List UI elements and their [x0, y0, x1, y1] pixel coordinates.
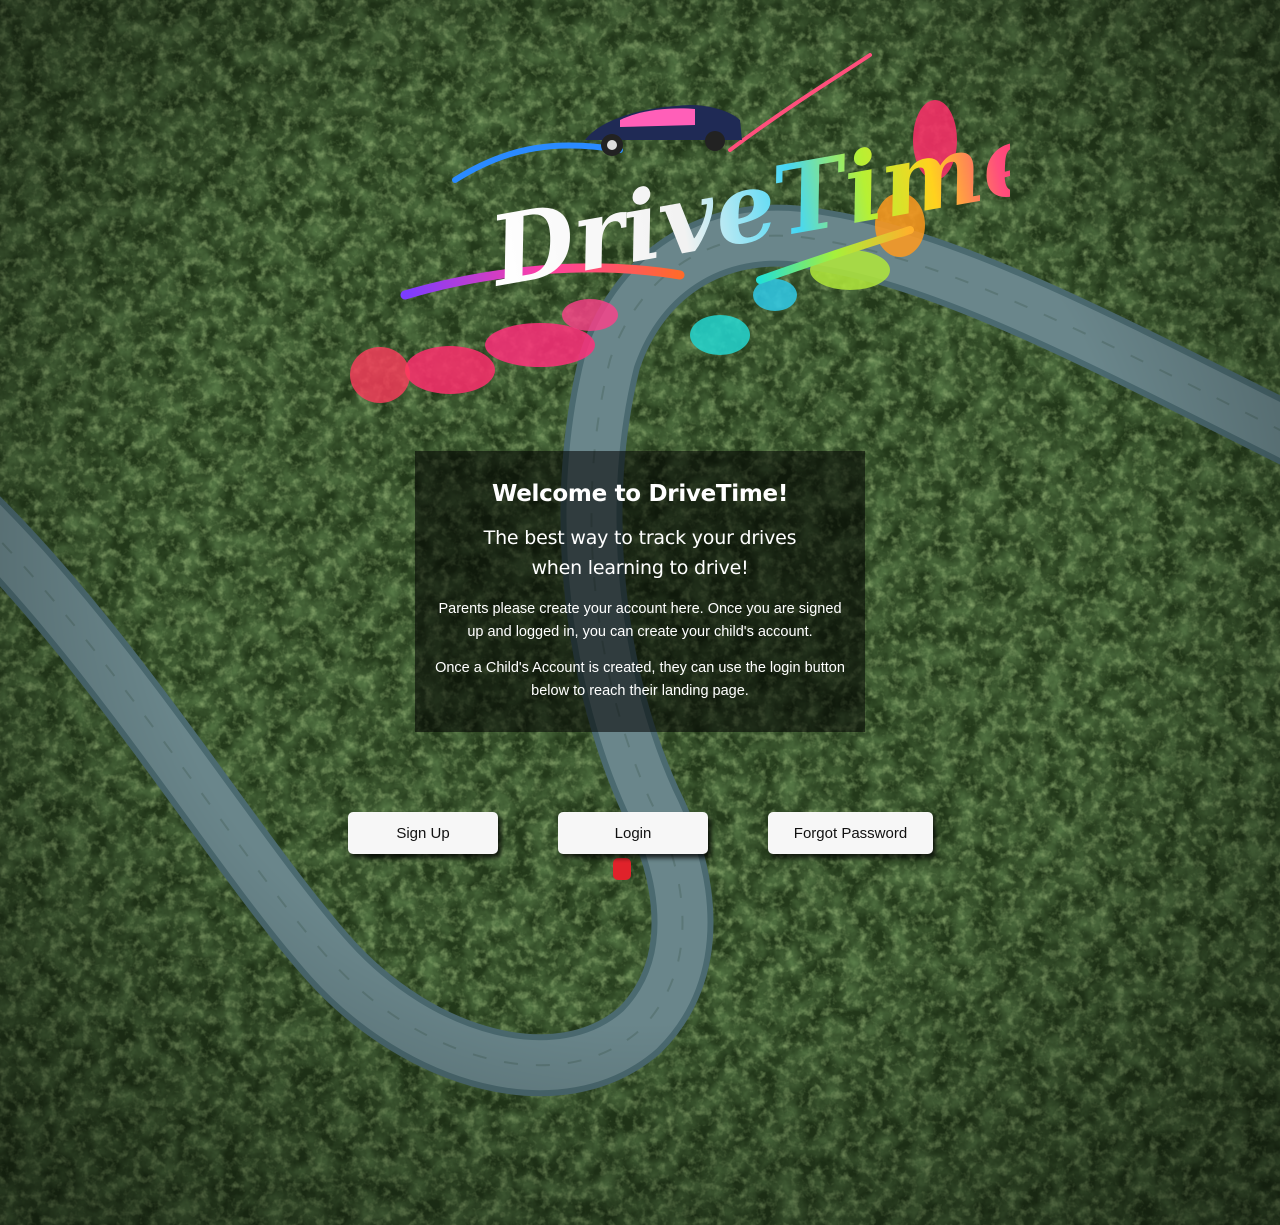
parents-instructions: Parents please create your account here.… [438, 601, 842, 640]
welcome-title: Welcome to DriveTime! [491, 481, 789, 507]
forgot-password-button[interactable]: Forgot Password [768, 812, 933, 854]
welcome-panel: Welcome to DriveTime! The best way to tr… [415, 451, 865, 732]
sign-up-button[interactable]: Sign Up [348, 812, 498, 854]
drivetime-logo: DriveTime [350, 53, 1010, 403]
logo-wordmark: DriveTime [479, 100, 1010, 309]
child-instructions: Once a Child's Account is created, they … [435, 660, 845, 699]
login-button[interactable]: Login [558, 812, 708, 854]
welcome-subtitle: The best way to track your drives when l… [483, 527, 797, 579]
